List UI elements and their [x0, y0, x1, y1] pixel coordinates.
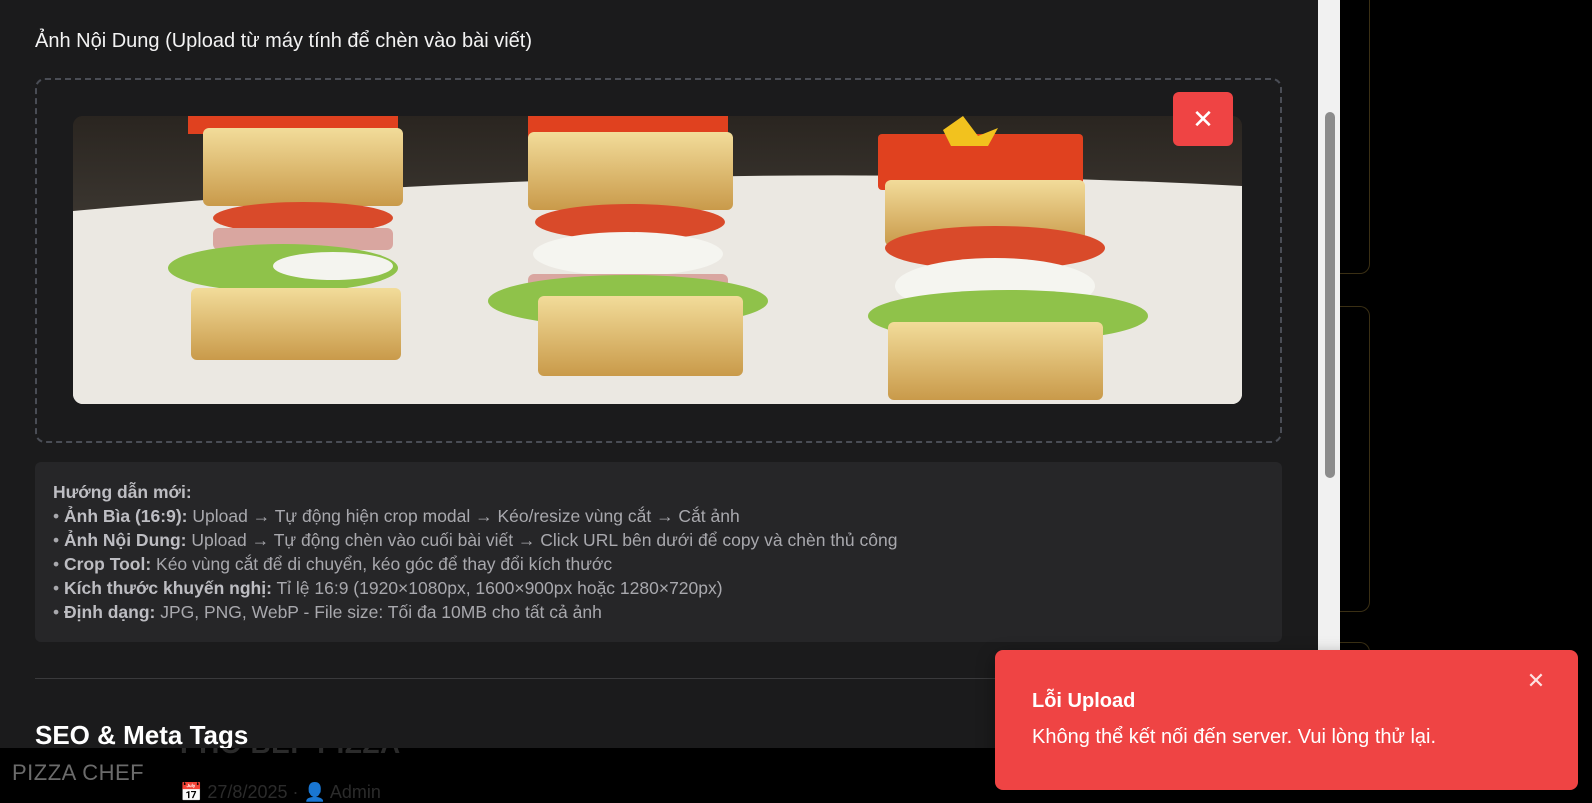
background-card	[1340, 0, 1370, 274]
background-post-meta: 📅 27/8/2025 · 👤 Admin	[180, 782, 381, 803]
content-images-label: Ảnh Nội Dung (Upload từ máy tính để chèn…	[35, 30, 532, 53]
close-icon: ✕	[1192, 106, 1214, 132]
scrollbar-thumb[interactable]	[1325, 112, 1335, 478]
guide-heading: Hướng dẫn mới:	[53, 480, 1264, 504]
guide-item: • Crop Tool: Kéo vùng cắt để di chuyển, …	[53, 552, 1264, 576]
content-image-dropzone[interactable]: ✕	[35, 78, 1282, 443]
post-editor-modal: Ảnh Nội Dung (Upload từ máy tính để chèn…	[0, 0, 1340, 748]
guide-item: • Định dạng: JPG, PNG, WebP - File size:…	[53, 600, 1264, 624]
modal-content: Ảnh Nội Dung (Upload từ máy tính để chèn…	[0, 0, 1318, 748]
toast-title: Lỗi Upload	[1032, 690, 1135, 713]
guide-item: • Kích thước khuyến nghị: Tỉ lệ 16:9 (19…	[53, 576, 1264, 600]
toast-message: Không thể kết nối đến server. Vui lòng t…	[1032, 726, 1436, 749]
content-image-preview	[73, 116, 1242, 404]
guide-item: • Ảnh Bìa (16:9): Upload → Tự động hiện …	[53, 504, 1264, 528]
background-card	[1340, 306, 1370, 612]
background-brand: PIZZA CHEF	[12, 760, 144, 786]
remove-image-button[interactable]: ✕	[1173, 92, 1233, 146]
seo-section-heading: SEO & Meta Tags	[35, 720, 248, 748]
upload-guide: Hướng dẫn mới: • Ảnh Bìa (16:9): Upload …	[35, 462, 1282, 642]
error-toast: Lỗi Upload Không thể kết nối đến server.…	[995, 650, 1578, 790]
guide-item: • Ảnh Nội Dung: Upload → Tự động chèn và…	[53, 528, 1264, 552]
toast-close-icon[interactable]: ✕	[1523, 668, 1549, 694]
modal-scrollbar[interactable]	[1318, 0, 1340, 748]
